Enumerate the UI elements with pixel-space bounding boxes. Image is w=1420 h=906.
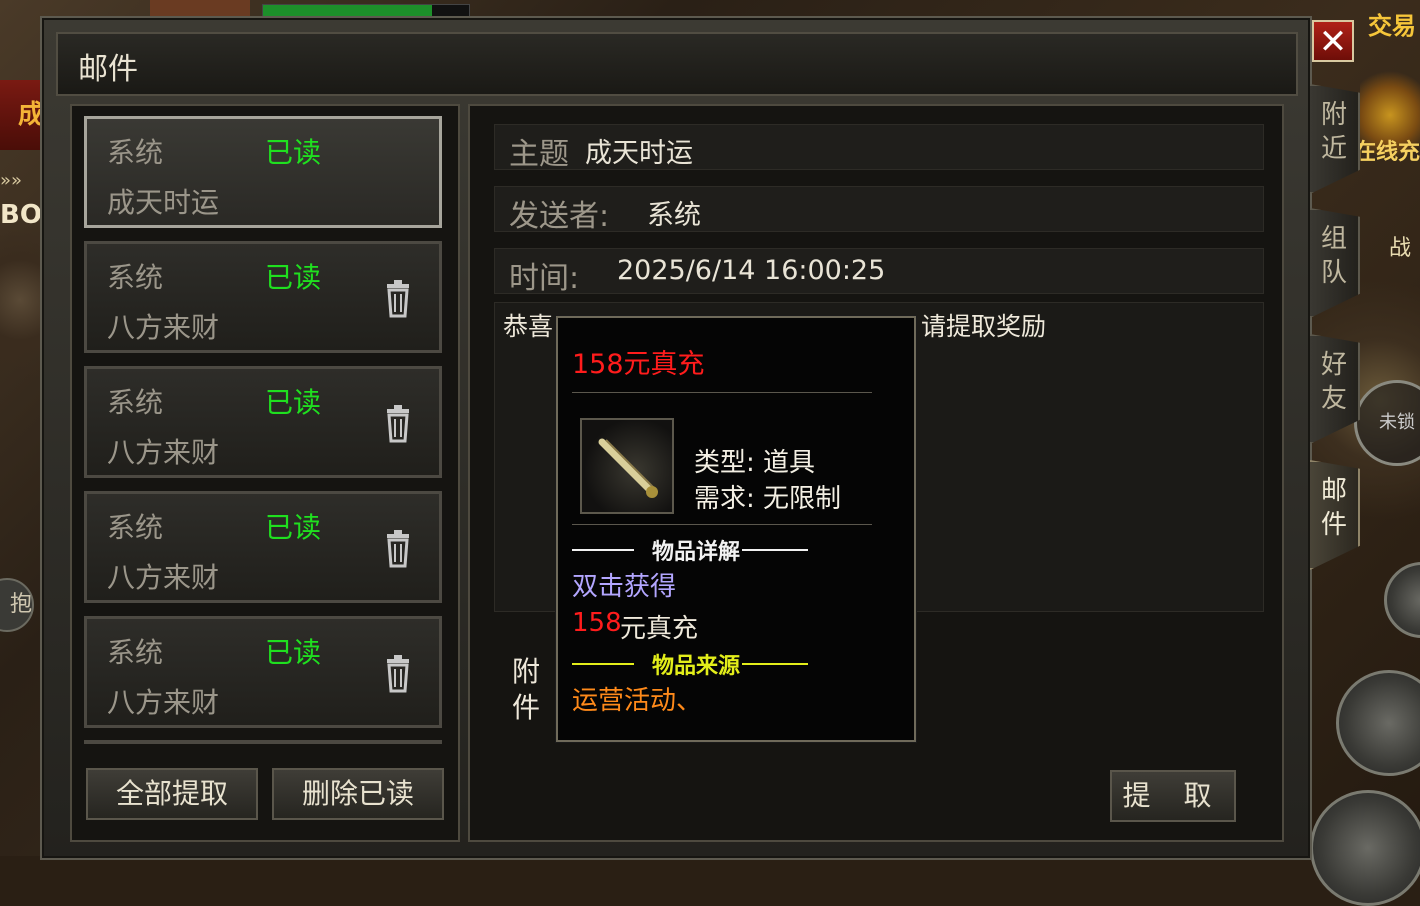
collect-all-button[interactable]: 全部提取 [86,768,258,820]
source-header-text: 物品来源 [652,653,741,679]
mail-sender: 系统 [107,136,164,169]
mail-subject: 八方来财 [107,561,220,594]
details-header: 物品详解 [572,539,808,565]
mail-content-start: 恭喜 [503,312,554,341]
tooltip-source-value: 运营活动、 [572,686,703,716]
tooltip-desc-amount: 158 [572,608,622,638]
tab-team-label: 组队 [1320,224,1347,288]
time-value: 2025/6/14 16:00:25 [617,255,886,286]
tab-mail-label: 邮件 [1320,476,1347,540]
mail-sender: 系统 [107,261,164,294]
skill-knob-3[interactable] [1310,790,1420,906]
subject-field: 主题 成天时运 [494,124,1264,172]
attachment-label: 附件 [512,655,541,724]
mail-read-status: 已读 [265,261,322,294]
divider-line-left [572,549,634,551]
close-button[interactable]: ✕ [1312,20,1354,62]
tooltip-divider [572,392,872,393]
divider-line-right [742,663,808,665]
mail-sender: 系统 [107,386,164,419]
mail-list-item[interactable]: 系统 已读 八方来财 [84,616,442,728]
scroll-icon [598,438,658,498]
collect-button[interactable]: 提 取 [1110,770,1236,822]
mail-list-item[interactable]: 系统 已读 成天时运 [84,116,442,228]
mail-subject: 八方来财 [107,436,220,469]
trash-icon[interactable] [383,405,413,443]
source-header: 物品来源 [572,653,808,679]
window-title: 邮件 [78,52,138,87]
item-scroll-icon [580,418,674,514]
tooltip-item-type: 类型: 道具 [694,448,816,478]
divider-line-right [742,549,808,551]
mail-sender: 系统 [107,511,164,544]
mail-read-status: 已读 [265,136,322,169]
sender-field: 发送者: 系统 [494,186,1264,234]
trash-icon[interactable] [383,280,413,318]
tooltip-desc-amount-suffix: 元真充 [620,614,699,644]
mail-read-status: 已读 [265,636,322,669]
subject-label: 主题 [509,137,569,172]
mail-list-item[interactable]: 系统 已读 八方来财 [84,366,442,478]
mail-sender: 系统 [107,636,164,669]
tooltip-divider [572,524,872,525]
sender-label: 发送者: [509,199,610,234]
trash-icon[interactable] [383,655,413,693]
recharge-label: 在线充 [1353,140,1420,165]
mail-list-item[interactable]: 系统 已读 八方来财 [84,491,442,603]
time-label: 时间: [509,261,580,296]
mail-list-panel: 系统 已读 成天时运 系统 已读 八方来财 系统 已读 八方来财 系统 已读 八… [70,104,460,842]
achievement-banner[interactable]: 成就 [0,80,44,150]
time-field: 时间: 2025/6/14 16:00:25 [494,248,1264,296]
boss-label[interactable]: BOS [0,200,44,240]
tooltip-item-requirement: 需求: 无限制 [694,484,842,514]
list-scroll-edge [84,740,442,744]
battle-label[interactable]: 战 [1380,230,1420,300]
trash-icon[interactable] [383,530,413,568]
mail-content-end: 请提取奖励 [921,312,1047,341]
mail-read-status: 已读 [265,511,322,544]
divider-line-left [572,663,634,665]
arrows-icon: »» [0,170,23,191]
mail-subject: 八方来财 [107,311,220,344]
tooltip-item-name: 158元真充 [572,349,705,380]
subject-value: 成天时运 [585,138,693,169]
mail-read-status: 已读 [265,386,322,419]
item-tooltip: 158元真充 类型: 道具 需求: 无限制 物品详解 双击获得 158 元真充 … [556,316,916,742]
tab-friends-label: 好友 [1320,350,1347,414]
delete-read-button[interactable]: 删除已读 [272,768,444,820]
title-bar: 邮件 [56,32,1298,96]
mail-subject: 成天时运 [107,186,220,219]
portrait-strip [150,0,250,16]
mail-list-item[interactable]: 系统 已读 八方来财 [84,241,442,353]
tab-nearby-label: 附近 [1320,100,1347,164]
sender-value: 系统 [647,200,701,231]
mail-subject: 八方来财 [107,686,220,719]
details-header-text: 物品详解 [652,539,741,565]
tooltip-desc-action: 双击获得 [572,572,677,602]
trade-button[interactable]: 交易 [1368,6,1416,41]
